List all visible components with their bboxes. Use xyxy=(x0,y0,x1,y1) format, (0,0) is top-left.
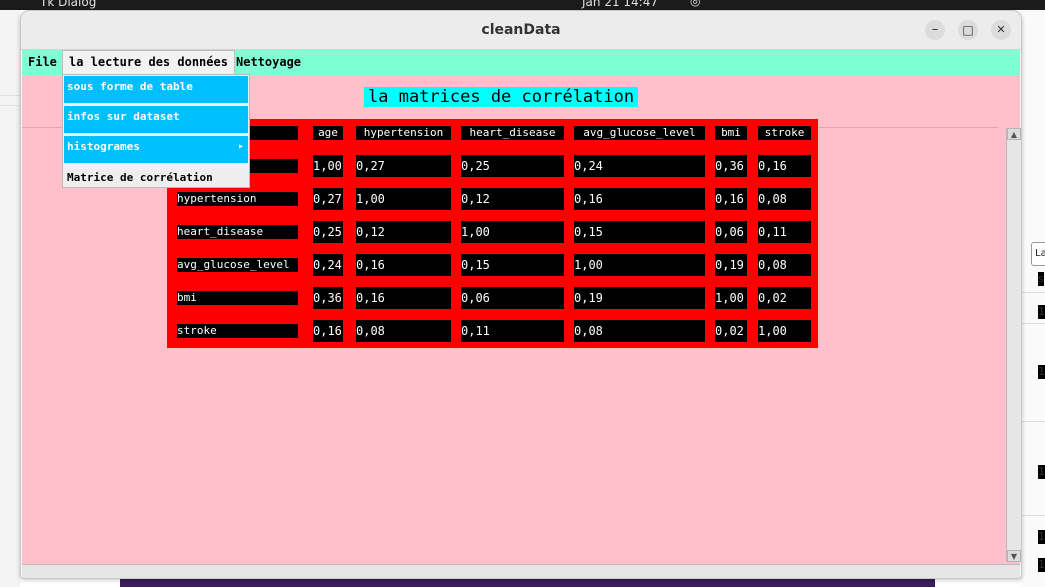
page-title: la matrices de corrélation xyxy=(364,87,639,107)
matrix-value-cell: 0,15 xyxy=(461,254,564,276)
background-field: La xyxy=(1031,242,1045,266)
matrix-value-cell: 0,12 xyxy=(356,221,451,243)
menu-item-label: sous forme de table xyxy=(67,80,193,93)
title-bar[interactable]: cleanData – □ ✕ xyxy=(21,11,1021,50)
matrix-row-label: bmi xyxy=(177,291,298,305)
matrix-value-cell: 0,02 xyxy=(715,320,747,342)
submenu-arrow-icon: ▸ xyxy=(237,141,244,152)
background-cell: 1 xyxy=(1038,305,1045,319)
menu-nettoyage[interactable]: Nettoyage xyxy=(230,50,307,75)
matrix-value-cell: 1,00 xyxy=(574,254,705,276)
background-window-right: La s 1 1 1 1 1 xyxy=(1020,10,1045,587)
matrix-value-cell: 1,00 xyxy=(356,188,451,210)
menu-bar: File la lecture des données Nettoyage xyxy=(22,50,1020,75)
menu-lecture-des-donnees[interactable]: la lecture des données xyxy=(62,50,235,75)
background-window-left xyxy=(0,10,20,587)
matrix-value-cell: 0,16 xyxy=(356,287,451,309)
matrix-value-cell: 0,11 xyxy=(461,320,564,342)
horizontal-scrollbar[interactable] xyxy=(22,564,1020,578)
menu-item-histogrames[interactable]: histogrames ▸ xyxy=(64,136,248,163)
matrix-value-cell: 0,16 xyxy=(574,188,705,210)
background-cell: 1 xyxy=(1038,558,1045,572)
matrix-value-cell: 1,00 xyxy=(758,320,811,342)
matrix-value-cell: 0,06 xyxy=(461,287,564,309)
matrix-value-cell: 0,36 xyxy=(313,287,343,309)
matrix-value-cell: 0,25 xyxy=(313,221,343,243)
matrix-column-header: hypertension xyxy=(356,126,451,140)
matrix-column-header: heart_disease xyxy=(461,126,564,140)
desktop-app-label: Tk Dialog xyxy=(40,0,97,9)
menu-item-table[interactable]: sous forme de table xyxy=(64,76,248,103)
window-title: cleanData xyxy=(481,22,561,38)
matrix-value-cell: 0,24 xyxy=(574,155,705,177)
menu-item-correlation-matrix[interactable]: Matrice de corrélation xyxy=(64,169,248,186)
matrix-value-cell: 0,15 xyxy=(574,221,705,243)
close-button[interactable]: ✕ xyxy=(991,20,1011,40)
matrix-value-cell: 0,24 xyxy=(313,254,343,276)
matrix-value-cell: 0,08 xyxy=(356,320,451,342)
matrix-row-label: stroke xyxy=(177,324,298,338)
matrix-value-cell: 0,27 xyxy=(356,155,451,177)
vertical-scrollbar[interactable]: ▲ ▼ xyxy=(1006,128,1021,562)
desktop-top-bar: Tk Dialog Jan 21 14:47 ◎ xyxy=(0,0,1045,10)
matrix-value-cell: 0,16 xyxy=(715,188,747,210)
matrix-value-cell: 0,19 xyxy=(574,287,705,309)
matrix-value-cell: 0,12 xyxy=(461,188,564,210)
matrix-value-cell: 0,06 xyxy=(715,221,747,243)
matrix-column-header: bmi xyxy=(715,126,747,140)
matrix-value-cell: 0,16 xyxy=(356,254,451,276)
correlation-matrix: age hypertension heart_disease avg_glucose_… xyxy=(167,119,818,348)
matrix-value-cell: 0,25 xyxy=(461,155,564,177)
matrix-row-label: avg_glucose_level xyxy=(177,258,298,272)
matrix-row-label: heart_disease xyxy=(177,225,298,239)
matrix-value-cell: 0,08 xyxy=(758,188,811,210)
background-cell: s xyxy=(1038,272,1044,286)
matrix-value-cell: 0,11 xyxy=(758,221,811,243)
maximize-button[interactable]: □ xyxy=(958,20,978,40)
matrix-value-cell: 0,36 xyxy=(715,155,747,177)
matrix-value-cell: 0,08 xyxy=(758,254,811,276)
matrix-column-header: age xyxy=(313,126,343,140)
menu-item-label: Matrice de corrélation xyxy=(67,171,213,184)
scroll-up-icon[interactable]: ▲ xyxy=(1007,128,1021,140)
matrix-column-header: avg_glucose_level xyxy=(574,126,705,140)
matrix-value-cell: 0,16 xyxy=(313,320,343,342)
menu-file[interactable]: File xyxy=(22,50,63,75)
menu-item-label: histogrames xyxy=(67,140,140,153)
matrix-value-cell: 0,02 xyxy=(758,287,811,309)
matrix-row-label: hypertension xyxy=(177,192,298,206)
scroll-down-icon[interactable]: ▼ xyxy=(1007,550,1021,562)
background-cell: 1 xyxy=(1038,530,1045,544)
matrix-column-header: stroke xyxy=(758,126,811,140)
matrix-value-cell: 1,00 xyxy=(313,155,343,177)
menu-item-dataset-info[interactable]: infos sur dataset xyxy=(64,106,248,133)
background-cell: 1 xyxy=(1038,465,1045,479)
matrix-value-cell: 1,00 xyxy=(461,221,564,243)
matrix-value-cell: 1,00 xyxy=(715,287,747,309)
matrix-value-cell: 0,27 xyxy=(313,188,343,210)
desktop-bell-icon: ◎ xyxy=(690,0,701,8)
matrix-value-cell: 0,19 xyxy=(715,254,747,276)
matrix-value-cell: 0,08 xyxy=(574,320,705,342)
minimize-button[interactable]: – xyxy=(925,20,945,40)
desktop-clock: Jan 21 14:47 xyxy=(582,0,658,9)
matrix-value-cell: 0,16 xyxy=(758,155,811,177)
menu-separator xyxy=(64,163,248,166)
background-cell: 1 xyxy=(1038,365,1045,379)
lecture-dropdown-menu: sous forme de table infos sur dataset hi… xyxy=(62,74,250,188)
menu-item-label: infos sur dataset xyxy=(67,110,180,123)
